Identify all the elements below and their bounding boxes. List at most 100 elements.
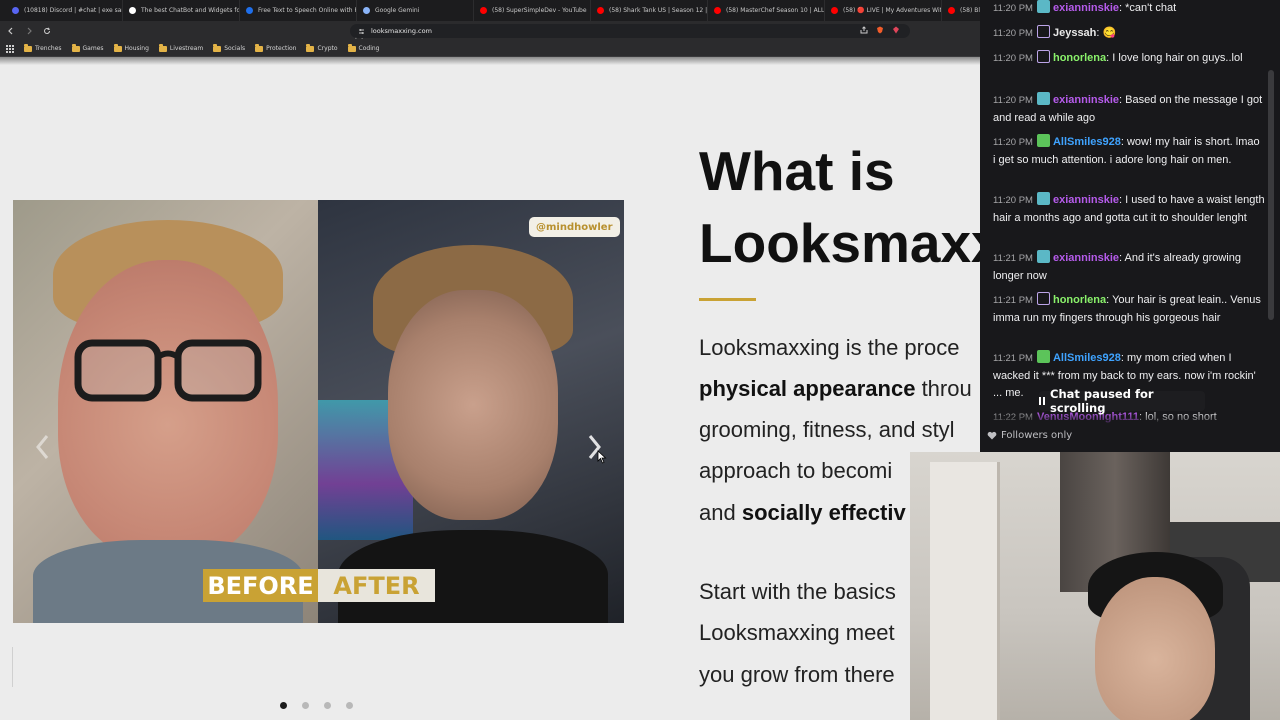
back-button[interactable] <box>4 24 18 38</box>
chat-badge-icon[interactable] <box>1036 250 1050 263</box>
tab-favicon-icon <box>129 7 136 14</box>
chat-username[interactable]: exianninskie <box>1053 2 1119 14</box>
tab-favicon-icon <box>12 7 19 14</box>
tab-label: (58) Blin... <box>960 7 982 14</box>
browser-tab[interactable]: Free Text to Speech Online with R... <box>240 0 357 21</box>
mouse-cursor-icon <box>597 450 607 464</box>
reload-button[interactable] <box>40 24 54 38</box>
chat-timestamp: 11:20 PM <box>993 3 1033 14</box>
forward-arrow-icon <box>27 27 32 35</box>
stream-chat[interactable]: 11:20 PM exianninskie: *can't chat 11:20 P… <box>980 0 1280 452</box>
intro-line-2: physical appearance throu <box>699 376 972 401</box>
bookmark-folder[interactable]: Trenches <box>24 44 62 52</box>
chat-paused-label: Chat paused for scrolling <box>1050 387 1154 415</box>
glasses-shape <box>74 339 262 402</box>
chat-username[interactable]: exianninskie <box>1053 252 1119 264</box>
bookmark-folder[interactable]: Crypto <box>306 44 338 52</box>
tab-favicon-icon <box>714 7 721 14</box>
bookmark-label: Coding <box>358 45 380 52</box>
chat-username[interactable]: honorlena <box>1053 52 1106 64</box>
folder-icon <box>113 44 122 52</box>
chat-text: I used to have a waist length hair a mon… <box>993 194 1265 224</box>
bookmark-folder[interactable]: Protection <box>255 44 296 52</box>
bookmark-folder[interactable]: Coding <box>347 44 380 52</box>
slide-dot[interactable] <box>280 702 287 709</box>
tab-label: Free Text to Speech Online with R... <box>258 7 357 14</box>
title-underline <box>699 298 756 301</box>
forward-button[interactable] <box>22 24 36 38</box>
chat-badge-icon[interactable] <box>1036 350 1050 363</box>
before-photo <box>13 200 318 623</box>
browser-tab[interactable]: (58) MasterChef Season 10 | ALL E... <box>708 0 825 21</box>
url-text[interactable]: looksmaxxing.com <box>371 27 432 35</box>
chat-badge-icon[interactable] <box>1036 50 1050 63</box>
browser-tab[interactable]: (58) SuperSimpleDev - YouTube <box>474 0 591 21</box>
address-bar[interactable]: looksmaxxing.com <box>350 24 910 38</box>
chat-message: 11:20 PM exianninskie: *can't chat <box>993 0 1265 18</box>
browser-tab[interactable]: (58) Shark Tank US | Season 12 | C... <box>591 0 708 21</box>
brave-shield-icon[interactable] <box>876 26 884 34</box>
intro-line-3: grooming, fitness, and styl <box>699 417 955 442</box>
chat-badge-icon[interactable] <box>1036 134 1050 147</box>
apps-grid-icon[interactable] <box>6 44 14 53</box>
back-arrow-icon <box>8 27 13 35</box>
tab-label: (58) MasterChef Season 10 | ALL E... <box>726 7 825 14</box>
after-photo <box>318 200 624 623</box>
prev-slide-arrow[interactable] <box>33 432 53 462</box>
browser-tab[interactable]: Google Gemini <box>357 0 474 21</box>
bookmark-label: Trenches <box>35 45 62 52</box>
chat-badge-icon[interactable] <box>1036 25 1050 38</box>
chat-message: 11:21 PM honorlena: Your hair is great le… <box>993 292 1265 327</box>
tab-favicon-icon <box>246 7 253 14</box>
followers-only-mode: Followers only <box>987 430 1072 441</box>
share-icon[interactable] <box>860 26 868 34</box>
chat-timestamp: 11:21 PM <box>993 253 1033 264</box>
chat-text: I love long hair on guys..lol <box>1112 52 1243 64</box>
before-label: BEFORE <box>203 569 318 602</box>
divider <box>12 647 13 687</box>
chat-username[interactable]: AllSmiles928 <box>1053 136 1121 148</box>
bookmark-folder[interactable]: Socials <box>213 44 245 52</box>
before-after-slider[interactable]: @mindhowler BEFORE AFTER <box>13 200 624 623</box>
folder-icon <box>158 44 167 52</box>
bookmark-folder[interactable]: Livestream <box>158 44 203 52</box>
slide-dot[interactable] <box>302 702 309 709</box>
chat-badge-icon[interactable] <box>1036 92 1050 105</box>
chat-paused-banner[interactable]: Chat paused for scrolling <box>1039 387 1205 415</box>
chat-badge-icon[interactable] <box>1036 292 1050 305</box>
bookmark-folder[interactable]: Housing <box>113 44 149 52</box>
tab-label: (58) Shark Tank US | Season 12 | C... <box>609 7 708 14</box>
tab-label: The best ChatBot and Widgets for ... <box>141 7 240 14</box>
chat-username[interactable]: honorlena <box>1053 294 1106 306</box>
slide-dot[interactable] <box>346 702 353 709</box>
slide-dot[interactable] <box>324 702 331 709</box>
chat-username[interactable]: exianninskie <box>1053 194 1119 206</box>
chat-message: 11:20 PM honorlena: I love long hair on g… <box>993 50 1265 68</box>
chat-timestamp: 11:20 PM <box>993 53 1033 64</box>
page-title: What is Looksmaxx <box>699 135 1002 279</box>
chat-badge-icon[interactable] <box>1036 192 1050 205</box>
chat-text: 😋 <box>1102 27 1117 39</box>
site-info-icon[interactable] <box>358 28 365 35</box>
chat-username[interactable]: exianninskie <box>1053 94 1119 106</box>
browser-tab[interactable]: (10818) Discord | #chat | exe sand... <box>6 0 123 21</box>
followers-only-label: Followers only <box>1001 430 1073 441</box>
chat-timestamp: 11:20 PM <box>993 28 1033 39</box>
rewards-icon[interactable] <box>892 26 900 34</box>
bookmark-folder[interactable]: Games <box>71 44 104 52</box>
browser-tab[interactable]: (58) Blin... <box>942 0 982 21</box>
pause-icon <box>1039 397 1045 405</box>
folder-icon <box>306 44 315 52</box>
browser-tab[interactable]: (58) 🔴 LIVE | My Adventures Wit... <box>825 0 942 21</box>
streamer-face <box>1095 577 1215 720</box>
bookmark-label: Crypto <box>317 45 338 52</box>
heart-icon <box>987 431 997 440</box>
reload-icon <box>44 27 51 34</box>
tab-favicon-icon <box>948 7 955 14</box>
chat-username[interactable]: AllSmiles928 <box>1053 352 1121 364</box>
chat-badge-icon[interactable] <box>1036 0 1050 13</box>
browser-tab[interactable]: The best ChatBot and Widgets for ... <box>123 0 240 21</box>
chat-message: 11:21 PM exianninskie: And it's already g… <box>993 250 1265 285</box>
chat-username[interactable]: Jeyssah <box>1053 27 1096 39</box>
chat-scrollbar[interactable] <box>1268 70 1274 320</box>
